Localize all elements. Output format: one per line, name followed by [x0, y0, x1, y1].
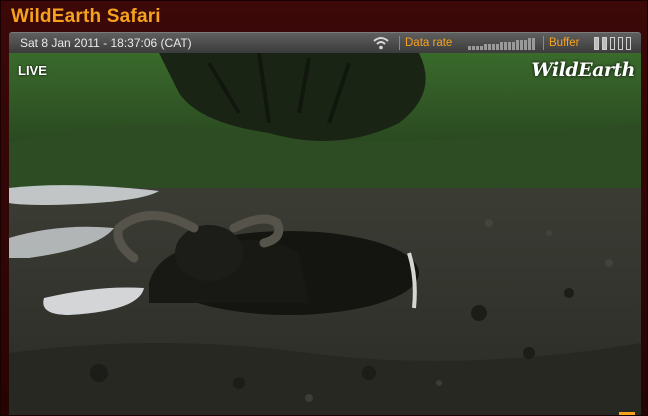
wildearth-watermark-logo: WildEarth: [531, 59, 635, 81]
datetime-label: Sat 8 Jan 2011 - 18:37:06 (CAT): [20, 36, 192, 50]
status-bar: Sat 8 Jan 2011 - 18:37:06 (CAT) Data rat…: [9, 32, 641, 53]
buffer-segment: [594, 37, 599, 50]
corner-accent: [619, 412, 635, 415]
wifi-icon: [373, 37, 389, 50]
app-title: WildEarth Safari: [11, 6, 161, 27]
live-indicator: LIVE: [18, 63, 47, 78]
video-frame: [9, 53, 641, 415]
buffer-segment: [610, 37, 615, 50]
video-player[interactable]: LIVE WildEarth: [9, 53, 641, 415]
buffer-segment: [602, 37, 607, 50]
data-rate-meter: [468, 38, 535, 50]
buffer-label: Buffer: [549, 37, 580, 49]
buffer-segment: [618, 37, 623, 50]
app-window: WildEarth Safari Sat 8 Jan 2011 - 18:37:…: [0, 0, 648, 416]
divider: [543, 36, 544, 50]
buffer-segment: [626, 37, 631, 50]
buffer-meter: [594, 37, 634, 50]
data-rate-label: Data rate: [405, 37, 453, 49]
divider: [399, 36, 400, 50]
